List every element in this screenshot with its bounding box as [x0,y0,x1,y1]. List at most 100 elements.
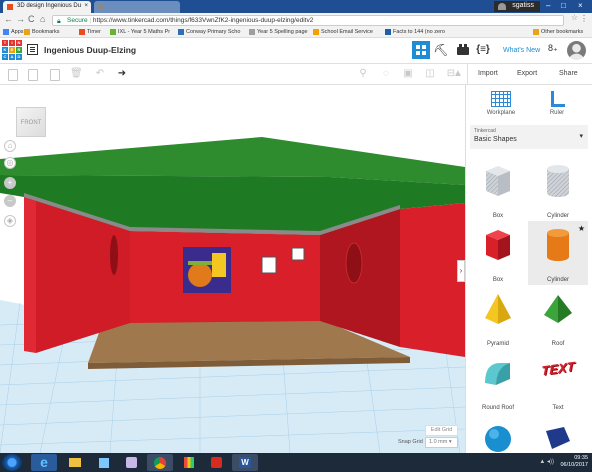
word-taskbar-icon[interactable]: W [232,454,258,471]
bookmark-ixl[interactable]: IXL - Year 5 Maths Pr [110,29,170,35]
bookmarks-bar: Apps Bookmarks Timer IXL - Year 5 Maths … [0,27,592,38]
url-input[interactable]: 🔒︎ Secure | https://www.tinkercad.com/th… [52,15,564,26]
url-text: https://www.tinkercad.com/things/f633Vwn… [92,17,314,24]
snap-grid-label: Snap Grid [398,439,423,445]
home-view-icon[interactable]: ⌂ [4,140,16,152]
export-button[interactable]: Export [517,70,537,77]
shape-paraboloid[interactable] [528,413,588,453]
view-cube[interactable]: FRONT [16,107,46,137]
left-wall-edge [24,197,36,353]
bookmark-apps[interactable]: Apps [3,29,24,35]
zoom-in-icon[interactable]: + [4,177,16,189]
ie-taskbar-icon[interactable]: e [31,454,57,471]
chrome-taskbar-icon[interactable] [147,454,173,471]
left-round-window [110,235,118,275]
shape-cylinder-hole[interactable]: Cylinder [528,157,588,221]
perspective-icon[interactable]: ◈ [4,215,16,227]
design-list-icon[interactable] [27,44,38,55]
bookmark-other[interactable]: Other bookmarks [533,29,583,35]
red-box-icon [486,230,510,260]
whats-new-link[interactable]: What's New [503,47,540,54]
tab-favicon-icon [98,4,104,10]
add-user-icon[interactable]: 8₊ [548,43,558,54]
close-tab-icon[interactable]: × [84,3,88,9]
app-taskbar-icon[interactable] [91,454,117,471]
pdf-taskbar-icon[interactable] [203,454,229,471]
orange-cylinder-icon [547,229,569,261]
browser-tab-inactive[interactable] [94,1,180,13]
edit-toolbar: 🗑︎ ↶ ➜ ⚲ ◌ ▣ ◫ ⊟ ▲ Import Export Share [0,64,592,85]
show-all-icon[interactable]: ◌ [380,68,392,80]
ungroup-icon[interactable]: ◫ [424,68,436,80]
close-window-icon[interactable]: × [578,1,583,10]
chrome-user-badge[interactable]: sgatiss [494,1,540,12]
collapse-panel-button[interactable]: › [457,260,465,282]
reload-button[interactable]: C [28,14,35,24]
codeblocks-icon[interactable]: {≡} [474,41,492,59]
folder-icon [533,29,539,35]
fit-view-icon[interactable]: ◎ [4,157,16,169]
bookmark-bookmarks[interactable]: Bookmarks [24,29,60,35]
text-shape-icon: TEXT [541,358,575,379]
bookmark-spelling[interactable]: Year 5 Spelling page [249,29,308,35]
delete-icon[interactable]: 🗑︎ [70,68,83,80]
app2-taskbar-icon[interactable] [118,454,144,471]
mirror-icon[interactable]: ▲ [452,68,464,80]
bricks-icon[interactable] [454,41,472,59]
taskbar-clock[interactable]: 09:35 06/10/2017 [560,455,588,469]
shape-text[interactable]: TEXT Text [528,349,588,413]
shape-library-select[interactable]: Tinkercad Basic Shapes ▾ [470,125,588,149]
group-icon[interactable]: ▣ [402,68,414,80]
tinkercad-logo[interactable]: TIN KER CAD [2,40,22,60]
bookmark-email[interactable]: School Email Service [313,29,373,35]
maximize-icon[interactable]: □ [561,1,566,10]
star-icon [24,29,30,35]
3d-workspace[interactable]: FRONT ⌂ ◎ + – ◈ › Edit Grid Snap Grid 1.… [0,85,465,453]
project-title[interactable]: Ingenious Duup-Elzing [44,45,136,55]
facts-icon [385,29,391,35]
tray-icons[interactable]: ▲ ◂)) [539,458,554,465]
zoom-out-icon[interactable]: – [4,195,16,207]
box-hole-icon [486,166,510,196]
bookmark-timer[interactable]: Timer [79,29,101,35]
paste-icon[interactable] [26,68,38,81]
avatar[interactable] [567,41,586,60]
ruler-tool[interactable]: Ruler [532,91,582,116]
scene-canvas [0,137,465,453]
school-icon [178,29,184,35]
chrome-menu-icon[interactable]: ⋮ [580,14,588,23]
shape-roof[interactable]: Roof [528,285,588,349]
bookmark-facts[interactable]: Facts to 144 (no zero [385,29,445,35]
share-button[interactable]: Share [559,70,578,77]
blocks-pickaxe-icon[interactable]: ⛏︎ [432,41,450,59]
copy-icon[interactable] [6,68,18,81]
shape-pyramid[interactable]: Pyramid [468,285,528,349]
redo-icon[interactable]: ➜ [116,68,128,80]
3d-view-button[interactable] [412,41,430,59]
favorite-star-icon[interactable]: ★ [578,224,585,233]
edit-grid-button[interactable]: Edit Grid [425,425,458,436]
bookmark-star-icon[interactable]: ☆ [571,13,578,22]
snap-grid-select[interactable]: 1.0 mm ▾ [425,437,458,448]
browser-tab-active[interactable]: 3D design Ingenious Du × [3,1,91,13]
shape-box-hole[interactable]: Box [468,157,528,221]
duplicate-icon[interactable] [48,68,60,81]
shape-box[interactable]: Box [468,221,528,285]
forward-button[interactable]: → [16,14,25,24]
windows-start-icon[interactable] [2,454,22,471]
shape-round-roof[interactable]: Round Roof [468,349,528,413]
shapes-panel: Workplane Ruler Tinkercad Basic Shapes ▾… [465,85,592,453]
shape-sphere[interactable] [468,413,528,453]
note-icon[interactable]: ⚲ [357,68,369,80]
bookmark-conway[interactable]: Conway Primary Scho [178,29,240,35]
minimize-icon[interactable]: – [546,1,550,10]
home-button[interactable]: ⌂ [40,14,45,24]
app3-taskbar-icon[interactable] [176,454,202,471]
back-button[interactable]: ← [4,14,13,24]
workplane-tool[interactable]: Workplane [476,91,526,116]
address-bar: ← → C ⌂ 🔒︎ Secure | https://www.tinkerca… [0,13,592,27]
shape-cylinder[interactable]: ★ Cylinder [528,221,588,285]
undo-icon[interactable]: ↶ [94,68,106,80]
explorer-taskbar-icon[interactable] [62,454,88,471]
import-button[interactable]: Import [478,70,498,77]
